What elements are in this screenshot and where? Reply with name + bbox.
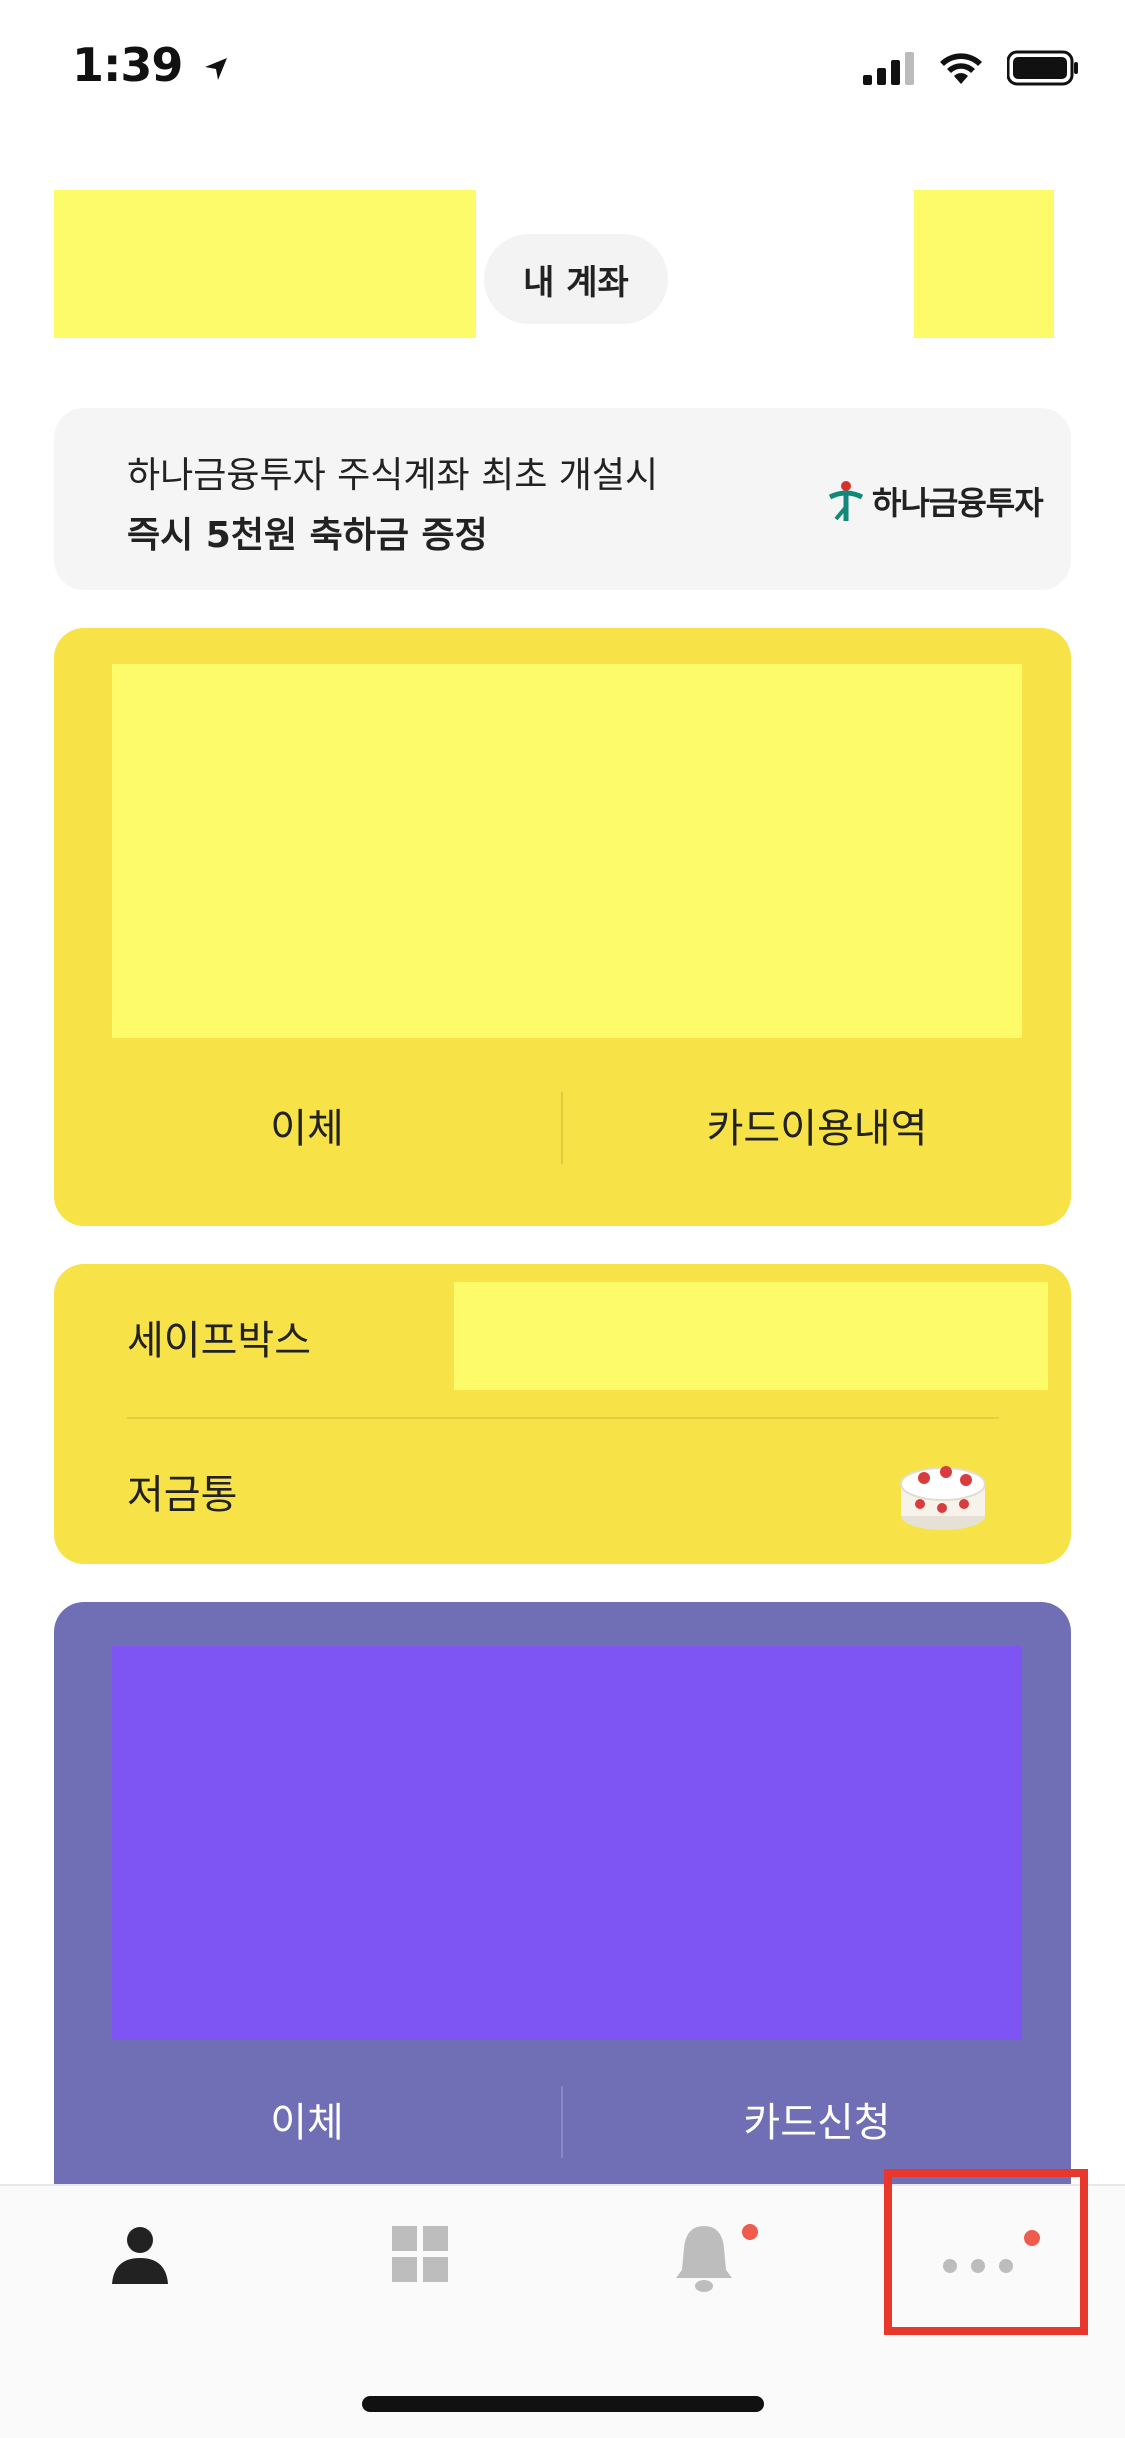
- my-account-button[interactable]: 내 계좌: [484, 234, 668, 324]
- redacted-safebox-amount: [454, 1282, 1048, 1390]
- hana-logo: 하나금융투자: [826, 478, 1044, 524]
- transfer-label: 이체: [270, 1106, 344, 1152]
- status-time: 1:39: [72, 38, 231, 92]
- bell-icon: [676, 2226, 732, 2292]
- person-icon: [112, 2227, 168, 2284]
- hana-logo-icon: [828, 481, 864, 521]
- status-indicators: [863, 50, 1079, 86]
- piggybank-row[interactable]: 저금통: [127, 1462, 237, 1520]
- card-button-divider: [561, 1092, 563, 1164]
- purple-transfer-button[interactable]: 이체: [112, 2090, 502, 2148]
- redacted-purple-account-info: [112, 1646, 1022, 2040]
- highlight-box: [884, 2169, 1088, 2335]
- purple-button-divider: [561, 2086, 563, 2158]
- purple-transfer-label: 이체: [270, 2100, 344, 2146]
- card-history-button[interactable]: 카드이용내역: [622, 1096, 1012, 1154]
- card-history-label: 카드이용내역: [706, 1106, 928, 1152]
- wifi-icon: [940, 53, 982, 84]
- transfer-button[interactable]: 이체: [112, 1096, 502, 1154]
- safebox-label: 세이프박스: [127, 1318, 311, 1364]
- card-apply-label: 카드신청: [743, 2100, 891, 2146]
- hana-brand-text: 하나금융투자: [872, 484, 1044, 522]
- redacted-account-info: [112, 664, 1022, 1038]
- safebox-row[interactable]: 세이프박스: [127, 1308, 311, 1366]
- savings-divider: [127, 1417, 999, 1419]
- banner-line2: 즉시 5천원 축하금 증정: [127, 515, 488, 556]
- notification-badge: [742, 2224, 758, 2240]
- battery-icon: [1007, 50, 1078, 86]
- card-apply-button[interactable]: 카드신청: [622, 2090, 1012, 2148]
- signal-icon: [863, 52, 914, 85]
- time-text: 1:39: [72, 38, 183, 92]
- grid-icon: [392, 2226, 448, 2282]
- my-account-label: 내 계좌: [523, 262, 629, 303]
- redacted-header-right: [914, 190, 1054, 338]
- tab-notifications[interactable]: [672, 2218, 762, 2302]
- tab-grid[interactable]: [390, 2224, 470, 2296]
- cake-icon: [900, 1466, 986, 1530]
- location-arrow-icon: [205, 57, 228, 80]
- tab-my-account[interactable]: [100, 2224, 180, 2296]
- redacted-header-left: [54, 190, 476, 338]
- banner-line1: 하나금융투자 주식계좌 최초 개설시: [127, 455, 659, 496]
- home-indicator: [362, 2396, 764, 2412]
- piggybank-label: 저금통: [127, 1472, 238, 1518]
